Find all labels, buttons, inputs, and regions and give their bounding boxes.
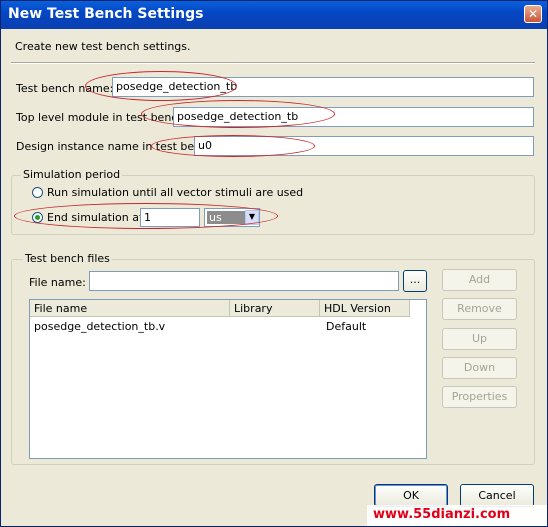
title-bar[interactable]: New Test Bench Settings ✕ <box>1 1 547 29</box>
annotation-ellipse <box>85 71 237 101</box>
dialog-window: New Test Bench Settings ✕ Create new tes… <box>0 0 548 527</box>
run-until-radio[interactable] <box>32 187 43 198</box>
table-row[interactable]: posedge_detection_tb.v Default <box>30 319 426 335</box>
watermark-text: www.55dianzi.com <box>373 507 511 522</box>
intro-text: Create new test bench settings. <box>15 40 191 53</box>
annotation-ellipse <box>14 203 278 229</box>
test-bench-files-title: Test bench files <box>23 252 112 265</box>
divider <box>11 62 535 64</box>
remove-button[interactable]: Remove <box>442 298 517 320</box>
up-button[interactable]: Up <box>442 328 517 350</box>
row-file-name: posedge_detection_tb.v <box>34 320 166 333</box>
column-header-file-name[interactable]: File name <box>30 300 230 317</box>
ok-button[interactable]: OK <box>374 484 448 507</box>
annotation-ellipse <box>151 135 315 157</box>
file-name-label: File name: <box>29 276 86 289</box>
column-header-hdl-version[interactable]: HDL Version <box>320 300 410 317</box>
file-name-input[interactable] <box>89 271 399 291</box>
close-button[interactable]: ✕ <box>524 5 542 23</box>
column-header-library[interactable]: Library <box>230 300 320 317</box>
browse-button[interactable]: ... <box>403 270 427 292</box>
file-list[interactable]: File name Library HDL Version posedge_de… <box>29 299 427 459</box>
window-title: New Test Bench Settings <box>8 6 204 22</box>
annotation-ellipse <box>141 100 335 128</box>
run-until-label: Run simulation until all vector stimuli … <box>47 186 304 199</box>
cancel-button[interactable]: Cancel <box>460 484 534 507</box>
close-icon: ✕ <box>527 7 539 21</box>
down-button[interactable]: Down <box>442 357 517 379</box>
add-button[interactable]: Add <box>442 269 517 291</box>
simulation-period-title: Simulation period <box>21 168 123 181</box>
properties-button[interactable]: Properties <box>442 386 517 408</box>
row-hdl-version: Default <box>326 320 367 333</box>
